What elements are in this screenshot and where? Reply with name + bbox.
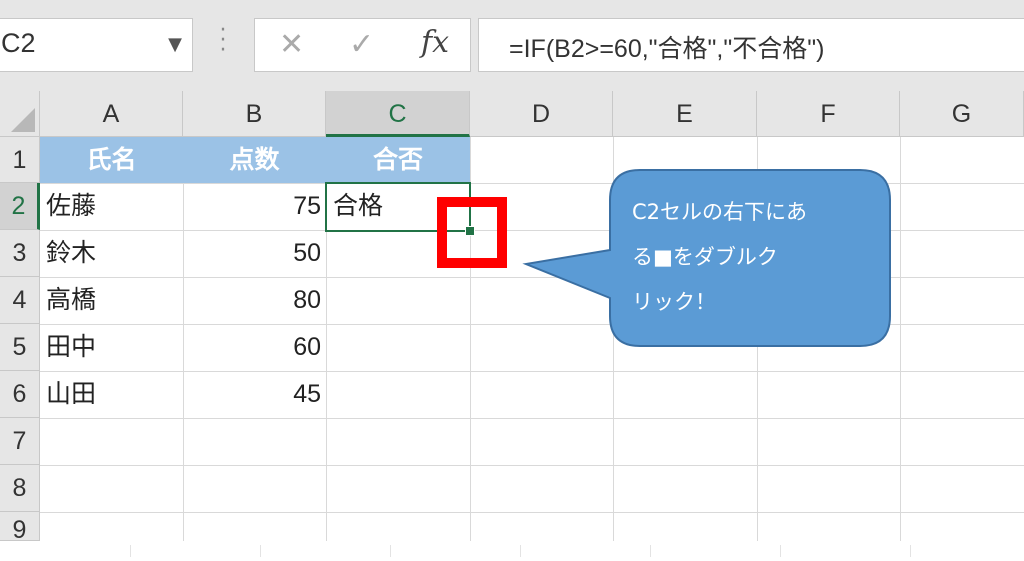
cell-a4[interactable]: 高橋 (46, 277, 96, 323)
enter-icon[interactable]: ✓ (349, 27, 374, 62)
cancel-icon[interactable]: ✕ (279, 27, 304, 62)
header-name[interactable]: 氏名 (40, 137, 183, 183)
column-header-b[interactable]: B (183, 91, 326, 137)
row-header-5[interactable]: 5 (0, 324, 40, 371)
row-header-2[interactable]: 2 (0, 183, 40, 230)
row-header-8[interactable]: 8 (0, 465, 40, 512)
row-header-9[interactable]: 9 (0, 512, 40, 541)
column-header-f[interactable]: F (757, 91, 900, 137)
cell-a3[interactable]: 鈴木 (46, 230, 96, 276)
name-box-value: C2 (1, 28, 36, 58)
highlight-frame (437, 197, 507, 268)
cell-a6[interactable]: 山田 (46, 371, 96, 417)
row-header-7[interactable]: 7 (0, 418, 40, 465)
column-header-d[interactable]: D (470, 91, 613, 137)
cell-b5[interactable]: 60 (183, 324, 321, 370)
formula-input[interactable]: =IF(B2>=60,"合格","不合格") (478, 18, 1024, 72)
formula-buttons: ✕ ✓ fx (254, 18, 471, 72)
drag-handle-icon[interactable]: · · · (219, 20, 227, 62)
cell-b4[interactable]: 80 (183, 277, 321, 323)
cell-a2[interactable]: 佐藤 (46, 183, 96, 229)
callout-text: C2セルの右下にあ る■をダブルク リック！ (632, 190, 872, 325)
name-box[interactable]: C2 ▼ (0, 18, 193, 72)
callout-line-2: る■をダブルク (632, 245, 778, 269)
cell-a5[interactable]: 田中 (46, 324, 96, 370)
cell-b2[interactable]: 75 (183, 183, 321, 229)
row-header-4[interactable]: 4 (0, 277, 40, 324)
formula-bar: C2 ▼ · · · ✕ ✓ fx =IF(B2>=60,"合格","不合格") (0, 0, 1024, 91)
row-header-3[interactable]: 3 (0, 230, 40, 277)
chevron-down-icon[interactable]: ▼ (168, 34, 182, 55)
callout-line-1: C2セルの右下にあ (632, 200, 808, 224)
column-header-g[interactable]: G (900, 91, 1024, 137)
column-header-c[interactable]: C (326, 91, 470, 137)
select-all-button[interactable] (0, 91, 40, 137)
row-header-1[interactable]: 1 (0, 137, 40, 183)
formula-text: =IF(B2>=60,"合格","不合格") (509, 35, 825, 63)
cell-b3[interactable]: 50 (183, 230, 321, 276)
row-header-6[interactable]: 6 (0, 371, 40, 418)
header-result[interactable]: 合否 (326, 137, 470, 183)
column-header-a[interactable]: A (40, 91, 183, 137)
insert-function-icon[interactable]: fx (421, 25, 449, 60)
cell-b6[interactable]: 45 (183, 371, 321, 417)
bottom-strip (0, 541, 1024, 561)
callout-line-3: リック！ (632, 290, 716, 314)
header-score[interactable]: 点数 (183, 137, 326, 183)
column-header-e[interactable]: E (613, 91, 757, 137)
